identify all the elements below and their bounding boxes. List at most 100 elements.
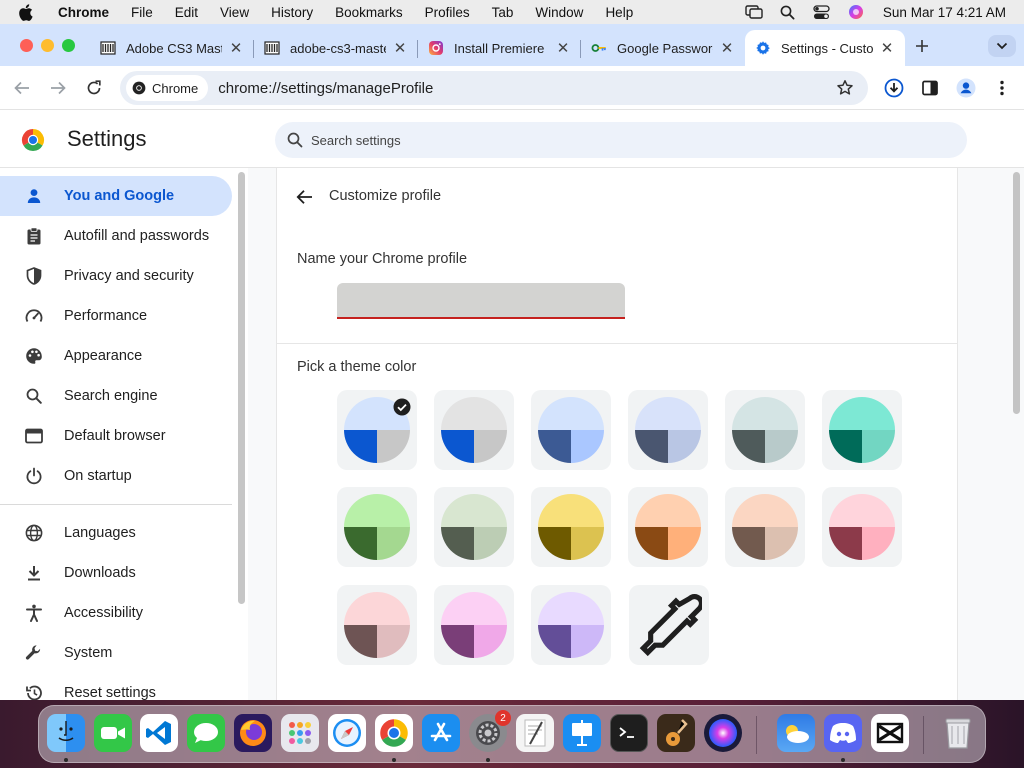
system-settings-icon[interactable]: 2 bbox=[469, 710, 511, 752]
capcut-icon[interactable] bbox=[871, 714, 909, 752]
sidebar-item-system[interactable]: System bbox=[0, 633, 232, 673]
forward-button[interactable] bbox=[48, 78, 68, 98]
url-text[interactable]: chrome://settings/manageProfile bbox=[218, 80, 433, 97]
sidebar-item-label: System bbox=[64, 645, 113, 661]
vscode-icon[interactable] bbox=[140, 714, 178, 752]
sidebar-scrollbar[interactable] bbox=[238, 172, 245, 604]
close-tab-icon[interactable]: ✕ bbox=[719, 40, 735, 57]
theme-color-swatch[interactable] bbox=[337, 585, 417, 665]
zoom-window-button[interactable] bbox=[62, 39, 75, 52]
chrome-menu-button[interactable] bbox=[992, 78, 1012, 98]
menu-help[interactable]: Help bbox=[605, 5, 633, 20]
profile-name-input[interactable] bbox=[337, 283, 625, 319]
menu-window[interactable]: Window bbox=[535, 5, 583, 20]
theme-color-swatch[interactable] bbox=[822, 487, 902, 567]
siri-icon[interactable] bbox=[847, 4, 865, 20]
tab-settings-customize[interactable]: Settings - Customize ✕ bbox=[745, 30, 905, 66]
tab-install-premiere[interactable]: Install Premiere ✕ bbox=[418, 30, 581, 66]
theme-color-swatch[interactable] bbox=[434, 585, 514, 665]
firefox-icon[interactable] bbox=[234, 714, 272, 752]
avatar-icon bbox=[956, 78, 976, 98]
sidebar-item-performance[interactable]: Performance bbox=[0, 296, 232, 336]
globe-icon bbox=[24, 523, 44, 543]
garageband-icon[interactable] bbox=[657, 714, 695, 752]
theme-color-swatch[interactable] bbox=[531, 390, 611, 470]
keynote-icon[interactable] bbox=[563, 714, 601, 752]
settings-search-box[interactable] bbox=[275, 122, 967, 158]
close-window-button[interactable] bbox=[20, 39, 33, 52]
sidebar-item-privacy[interactable]: Privacy and security bbox=[0, 256, 232, 296]
tab-adobe-cs3-master-2[interactable]: adobe-cs3-master ✕ bbox=[254, 30, 418, 66]
messages-icon[interactable] bbox=[187, 714, 225, 752]
sidebar-item-on-startup[interactable]: On startup bbox=[0, 456, 232, 496]
new-tab-button[interactable] bbox=[912, 36, 932, 56]
trash-icon[interactable] bbox=[939, 714, 977, 752]
menu-history[interactable]: History bbox=[271, 5, 313, 20]
minimize-window-button[interactable] bbox=[41, 39, 54, 52]
side-panel-button[interactable] bbox=[920, 78, 940, 98]
sidebar-item-accessibility[interactable]: Accessibility bbox=[0, 593, 232, 633]
theme-color-swatch[interactable] bbox=[628, 487, 708, 567]
back-arrow-icon[interactable] bbox=[295, 187, 315, 207]
sidebar-item-reset-settings[interactable]: Reset settings bbox=[0, 673, 232, 700]
textedit-icon[interactable] bbox=[516, 714, 554, 752]
weather-icon[interactable] bbox=[777, 714, 815, 752]
main-scrollbar[interactable] bbox=[1013, 172, 1020, 414]
theme-color-swatch[interactable] bbox=[725, 487, 805, 567]
sidebar-item-appearance[interactable]: Appearance bbox=[0, 336, 232, 376]
menu-tab[interactable]: Tab bbox=[492, 5, 514, 20]
app-store-icon[interactable] bbox=[422, 714, 460, 752]
theme-color-swatch[interactable] bbox=[337, 390, 417, 470]
menu-file[interactable]: File bbox=[131, 5, 153, 20]
close-tab-icon[interactable]: ✕ bbox=[879, 40, 895, 57]
theme-color-swatch[interactable] bbox=[628, 390, 708, 470]
menu-app-name[interactable]: Chrome bbox=[58, 5, 109, 20]
sidebar-item-you-and-google[interactable]: You and Google bbox=[0, 176, 232, 216]
reload-button[interactable] bbox=[84, 78, 104, 98]
discord-icon[interactable] bbox=[824, 714, 862, 752]
bookmark-star-icon[interactable] bbox=[836, 79, 854, 97]
theme-color-swatch[interactable] bbox=[822, 390, 902, 470]
theme-color-swatch[interactable] bbox=[434, 390, 514, 470]
menu-profiles[interactable]: Profiles bbox=[425, 5, 470, 20]
launchpad-icon[interactable] bbox=[281, 714, 319, 752]
menu-view[interactable]: View bbox=[220, 5, 249, 20]
close-tab-icon[interactable]: ✕ bbox=[555, 40, 571, 57]
safari-icon[interactable] bbox=[328, 714, 366, 752]
spotlight-search-icon[interactable] bbox=[779, 4, 797, 20]
profile-button[interactable] bbox=[956, 78, 976, 98]
theme-color-swatch[interactable] bbox=[725, 390, 805, 470]
screen-mirroring-icon[interactable] bbox=[745, 4, 763, 20]
menu-edit[interactable]: Edit bbox=[175, 5, 198, 20]
apple-icon[interactable] bbox=[18, 3, 38, 21]
facetime-icon[interactable] bbox=[94, 714, 132, 752]
menu-bookmarks[interactable]: Bookmarks bbox=[335, 5, 403, 20]
sidebar-item-autofill[interactable]: Autofill and passwords bbox=[0, 216, 232, 256]
siri-app-icon[interactable] bbox=[704, 714, 742, 752]
address-bar[interactable]: Chrome chrome://settings/manageProfile bbox=[120, 71, 868, 105]
terminal-icon[interactable] bbox=[610, 714, 648, 752]
site-info-chip[interactable]: Chrome bbox=[126, 75, 209, 101]
close-tab-icon[interactable]: ✕ bbox=[392, 40, 408, 57]
control-center-icon[interactable] bbox=[813, 4, 831, 20]
sidebar-item-downloads[interactable]: Downloads bbox=[0, 553, 232, 593]
sidebar-item-label: Performance bbox=[64, 308, 148, 324]
settings-search-input[interactable] bbox=[311, 132, 911, 148]
chrome-icon[interactable] bbox=[375, 714, 413, 752]
theme-color-swatch[interactable] bbox=[337, 487, 417, 567]
menubar-clock[interactable]: Sun Mar 17 4:21 AM bbox=[883, 5, 1006, 20]
theme-color-swatch[interactable] bbox=[531, 585, 611, 665]
finder-icon[interactable] bbox=[47, 714, 85, 752]
theme-color-swatch[interactable] bbox=[531, 487, 611, 567]
downloads-button[interactable] bbox=[884, 78, 904, 98]
sidebar-item-languages[interactable]: Languages bbox=[0, 513, 232, 553]
close-tab-icon[interactable]: ✕ bbox=[228, 40, 244, 57]
tab-adobe-cs3-master[interactable]: Adobe CS3 Master ✕ bbox=[90, 30, 254, 66]
custom-color-button[interactable] bbox=[629, 585, 709, 665]
back-button[interactable] bbox=[12, 78, 32, 98]
sidebar-item-search-engine[interactable]: Search engine bbox=[0, 376, 232, 416]
tab-google-password[interactable]: Google Password ✕ bbox=[581, 30, 745, 66]
tab-search-button[interactable] bbox=[988, 35, 1016, 57]
theme-color-swatch[interactable] bbox=[434, 487, 514, 567]
sidebar-item-default-browser[interactable]: Default browser bbox=[0, 416, 232, 456]
